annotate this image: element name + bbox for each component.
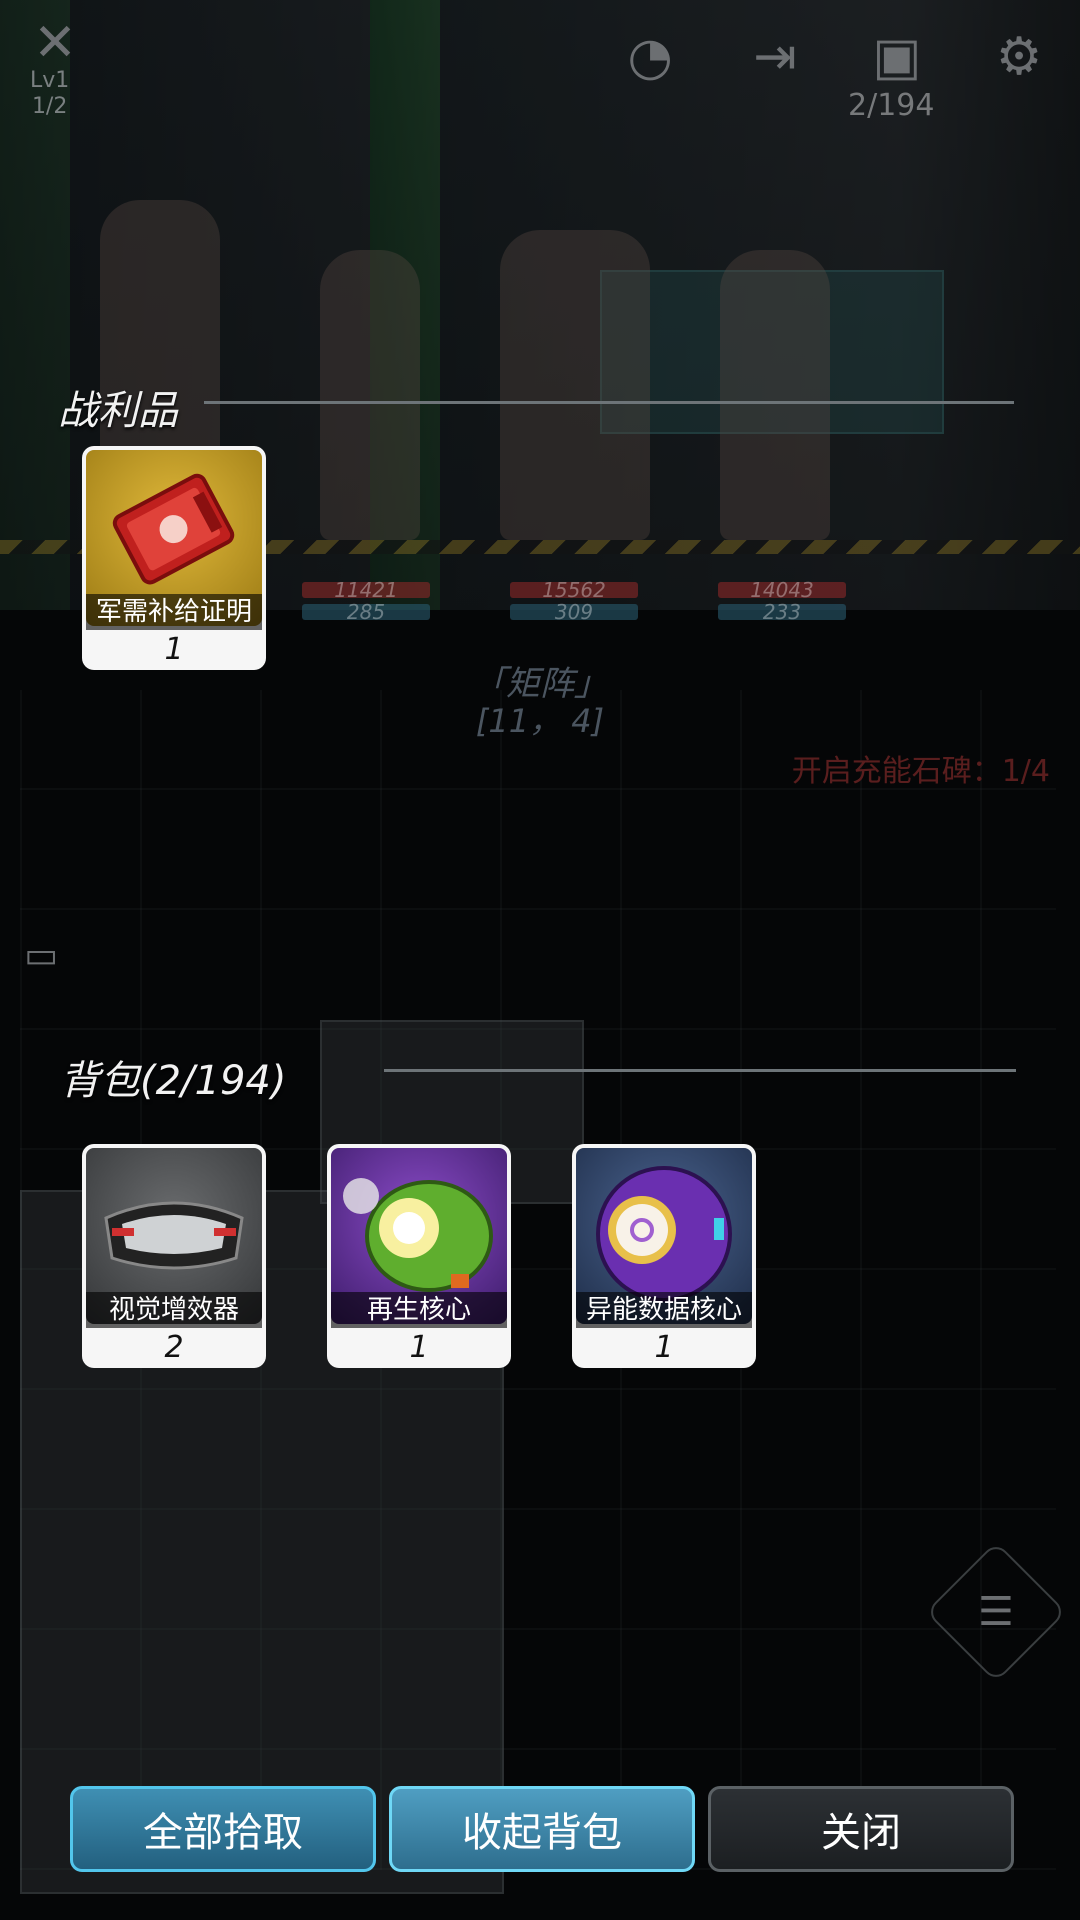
backpack-divider (384, 1069, 1016, 1072)
item-name: 军需补给证明 (86, 594, 262, 630)
collapse-backpack-button[interactable]: 收起背包 (389, 1786, 695, 1872)
level-label: Lv1 (30, 68, 70, 93)
bag-count: 2/194 (848, 88, 935, 123)
settings-gear-icon[interactable]: ⚙ (974, 12, 1064, 102)
backpack-item[interactable]: 异能数据核心 1 (572, 1144, 756, 1368)
exit-door-icon[interactable]: ⇥ (730, 12, 820, 102)
backpack-item[interactable]: 再生核心 1 (327, 1144, 511, 1368)
item-name: 再生核心 (331, 1292, 507, 1328)
party-mp-3: 233 (718, 602, 846, 622)
item-quantity: 1 (654, 1330, 674, 1365)
item-quantity: 2 (164, 1330, 184, 1365)
backpack-title: 背包(2/194) (60, 1058, 287, 1104)
backpack-item[interactable]: 视觉增效器 2 (82, 1144, 266, 1368)
item-name: 视觉增效器 (86, 1292, 262, 1328)
charge-status: 开启充能石碑：1/4 (791, 754, 1050, 789)
level-progress: 1/2 (31, 94, 68, 119)
loot-title: 战利品 (58, 388, 178, 434)
party-hp-1: 11421 (302, 580, 430, 600)
hero-character-3 (500, 230, 650, 540)
item-quantity: 1 (164, 632, 184, 667)
party-mp-2: 309 (510, 602, 638, 622)
loot-item[interactable]: 军需补给证明 1 (82, 446, 266, 670)
item-name: 异能数据核心 (576, 1292, 752, 1328)
radar-icon[interactable]: ◔ (605, 12, 695, 102)
party-hp-3: 14043 (718, 580, 846, 600)
loot-divider (204, 401, 1014, 404)
pick-all-button[interactable]: 全部拾取 (70, 1786, 376, 1872)
party-mp-1: 285 (302, 602, 430, 622)
level-indicator: Lv1 1/2 (30, 68, 69, 120)
zone-coordinates: [11， 4] (475, 702, 605, 740)
party-hp-2: 15562 (510, 580, 638, 600)
chat-icon[interactable]: ▭ (6, 920, 76, 990)
hero-character-2 (320, 250, 420, 540)
close-button[interactable]: 关闭 (708, 1786, 1014, 1872)
hero-character-4 (720, 250, 830, 540)
item-quantity: 1 (409, 1330, 429, 1365)
